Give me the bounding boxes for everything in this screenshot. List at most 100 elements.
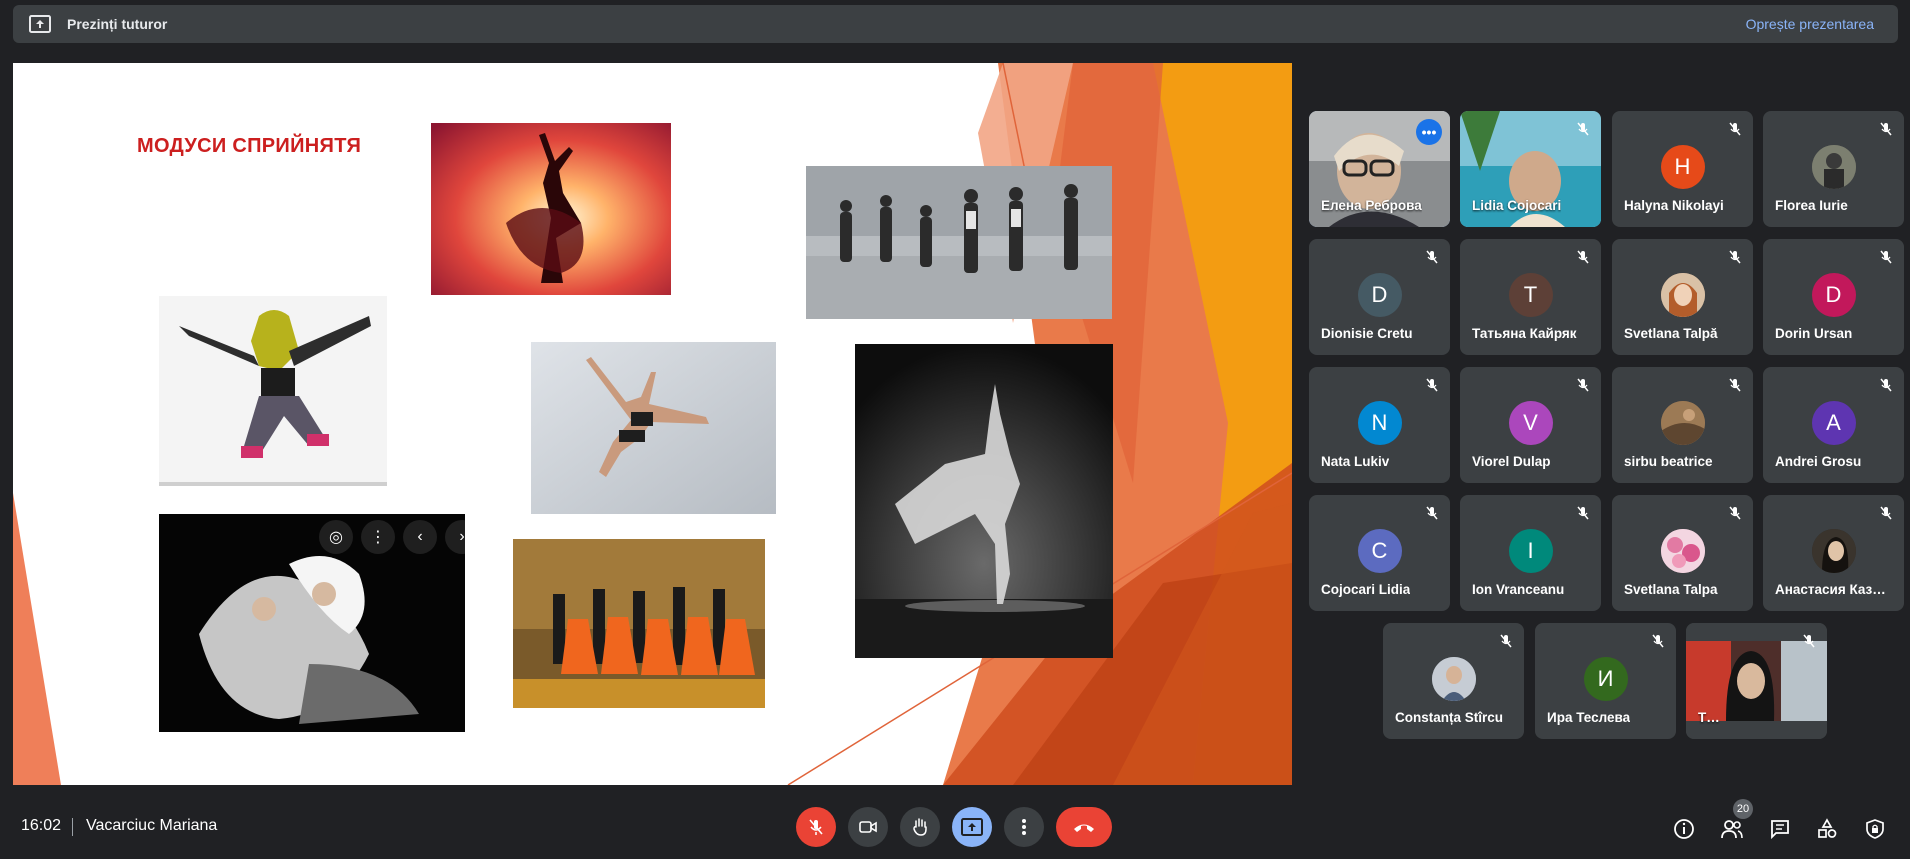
- participant-name: Lidia Cojocari: [1472, 198, 1562, 213]
- participant-tile[interactable]: Т…: [1686, 623, 1827, 739]
- presenting-label: Prezinți tuturor: [67, 16, 168, 32]
- mic-off-icon: [1729, 122, 1741, 136]
- avatar: A: [1811, 401, 1856, 445]
- meeting-details-button[interactable]: [1670, 815, 1698, 843]
- meeting-name: Vacarciuc Mariana: [86, 817, 218, 834]
- presentation-slide: МОДУСИ СПРИЙНЯТЯ ◎ ⋮ ‹ ›: [13, 63, 1292, 785]
- participant-tile[interactable]: Florea Iurie: [1763, 111, 1904, 227]
- camera-icon: [859, 821, 877, 833]
- participant-name: Dorin Ursan: [1775, 326, 1853, 341]
- avatar: [1811, 529, 1856, 573]
- mic-off-icon: [1880, 506, 1892, 520]
- participant-tile[interactable]: Svetlana Talpă: [1612, 239, 1753, 355]
- participant-tile[interactable]: Constanța Stîrcu: [1383, 623, 1524, 739]
- avatar: [1660, 401, 1705, 445]
- mic-off-icon: [1577, 250, 1589, 264]
- avatar: [1660, 529, 1705, 573]
- avatar: V: [1508, 401, 1553, 445]
- more-options-icon[interactable]: •••: [1416, 119, 1442, 145]
- avatar: [1660, 273, 1705, 317]
- leave-call-button[interactable]: [1056, 807, 1112, 847]
- participant-tile[interactable]: ••• Елена Реброва: [1309, 111, 1450, 227]
- mic-off-icon: [1729, 250, 1741, 264]
- mic-off-icon: [1652, 634, 1664, 648]
- participant-name: Nata Lukiv: [1321, 454, 1390, 469]
- participant-name: Svetlana Talpa: [1624, 582, 1718, 597]
- slide-title: МОДУСИ СПРИЙНЯТЯ: [137, 135, 362, 157]
- more-options-button[interactable]: [1004, 807, 1044, 847]
- shield-lock-icon: [1866, 819, 1884, 839]
- people-button[interactable]: [1718, 815, 1746, 843]
- participant-tile[interactable]: D Dorin Ursan: [1763, 239, 1904, 355]
- mic-off-icon: [1880, 378, 1892, 392]
- participant-tile[interactable]: Анастасия Каз…: [1763, 495, 1904, 611]
- activities-button[interactable]: [1813, 815, 1841, 843]
- participant-name: Татьяна Кайряк: [1472, 326, 1577, 341]
- mic-off-icon: [1426, 506, 1438, 520]
- stop-presenting-button[interactable]: Oprește prezentarea: [1746, 16, 1874, 32]
- info-icon: [1674, 819, 1694, 839]
- mic-off-icon: [1426, 378, 1438, 392]
- participant-tile[interactable]: A Andrei Grosu: [1763, 367, 1904, 483]
- raise-hand-button[interactable]: [900, 807, 940, 847]
- participant-tile[interactable]: Svetlana Talpa: [1612, 495, 1753, 611]
- camera-toggle-button[interactable]: [848, 807, 888, 847]
- mic-off-icon: [1577, 506, 1589, 520]
- participant-tile[interactable]: I Ion Vranceanu: [1460, 495, 1601, 611]
- participant-name: Viorel Dulap: [1472, 454, 1551, 469]
- participant-tile[interactable]: Lidia Cojocari: [1460, 111, 1601, 227]
- more-options-icon[interactable]: ⋮: [361, 520, 395, 554]
- mic-toggle-button[interactable]: [796, 807, 836, 847]
- avatar: N: [1357, 401, 1402, 445]
- avatar: I: [1508, 529, 1553, 573]
- participant-tile[interactable]: C Cojocari Lidia: [1309, 495, 1450, 611]
- avatar: Т: [1508, 273, 1553, 317]
- hip-hop-dancer-photo: [159, 296, 387, 486]
- divider: [72, 818, 73, 836]
- participant-tile[interactable]: H Halyna Nikolayi: [1612, 111, 1753, 227]
- people-icon: [1721, 820, 1743, 839]
- host-controls-button[interactable]: [1861, 815, 1889, 843]
- participant-name: Constanța Stîrcu: [1395, 710, 1504, 725]
- participant-name: Andrei Grosu: [1775, 454, 1862, 469]
- mic-off-icon: [1803, 634, 1815, 648]
- avatar: [1431, 657, 1476, 701]
- present-button[interactable]: [952, 807, 992, 847]
- mic-off-icon: [1880, 122, 1892, 136]
- participant-name: Svetlana Talpă: [1624, 326, 1718, 341]
- shapes-icon: [1818, 818, 1837, 838]
- mic-off-icon: [1577, 122, 1589, 136]
- more-vert-icon: [1022, 819, 1026, 835]
- participant-name: Т…: [1698, 710, 1720, 725]
- participant-name: Ion Vranceanu: [1472, 582, 1565, 597]
- participant-tile[interactable]: sirbu beatrice: [1612, 367, 1753, 483]
- image-toolbar: ◎ ⋮ ‹ ›: [319, 520, 465, 554]
- present-to-all-icon: [29, 15, 51, 33]
- dancer-sunset-photo: [431, 123, 671, 295]
- previous-icon[interactable]: ‹: [403, 520, 437, 554]
- participant-tile[interactable]: D Dionisie Cretu: [1309, 239, 1450, 355]
- participant-tile[interactable]: Т Татьяна Кайряк: [1460, 239, 1601, 355]
- avatar: C: [1357, 529, 1402, 573]
- participant-name: sirbu beatrice: [1624, 454, 1713, 469]
- participant-name: Florea Iurie: [1775, 198, 1848, 213]
- mic-off-icon: [1577, 378, 1589, 392]
- presenting-banner: Prezinți tuturor Oprește prezentarea: [13, 5, 1898, 43]
- avatar: И: [1583, 657, 1628, 701]
- participant-name: Ира Теслева: [1547, 710, 1631, 725]
- participant-tile[interactable]: И Ира Теслева: [1535, 623, 1676, 739]
- next-icon[interactable]: ›: [445, 520, 465, 554]
- contemporary-dance-photo: ◎ ⋮ ‹ ›: [159, 514, 465, 732]
- participant-name: Анастасия Каз…: [1775, 582, 1886, 597]
- participant-tile[interactable]: V Viorel Dulap: [1460, 367, 1601, 483]
- participant-name: Cojocari Lidia: [1321, 582, 1411, 597]
- participant-name: Dionisie Cretu: [1321, 326, 1413, 341]
- mic-off-icon: [1880, 250, 1892, 264]
- avatar: H: [1660, 145, 1705, 189]
- participant-name: Halyna Nikolayi: [1624, 198, 1724, 213]
- chat-button[interactable]: [1766, 815, 1794, 843]
- group-dance-class-photo: [806, 166, 1112, 319]
- participant-tile[interactable]: N Nata Lukiv: [1309, 367, 1450, 483]
- mic-off-icon: [1500, 634, 1512, 648]
- lens-search-icon[interactable]: ◎: [319, 520, 353, 554]
